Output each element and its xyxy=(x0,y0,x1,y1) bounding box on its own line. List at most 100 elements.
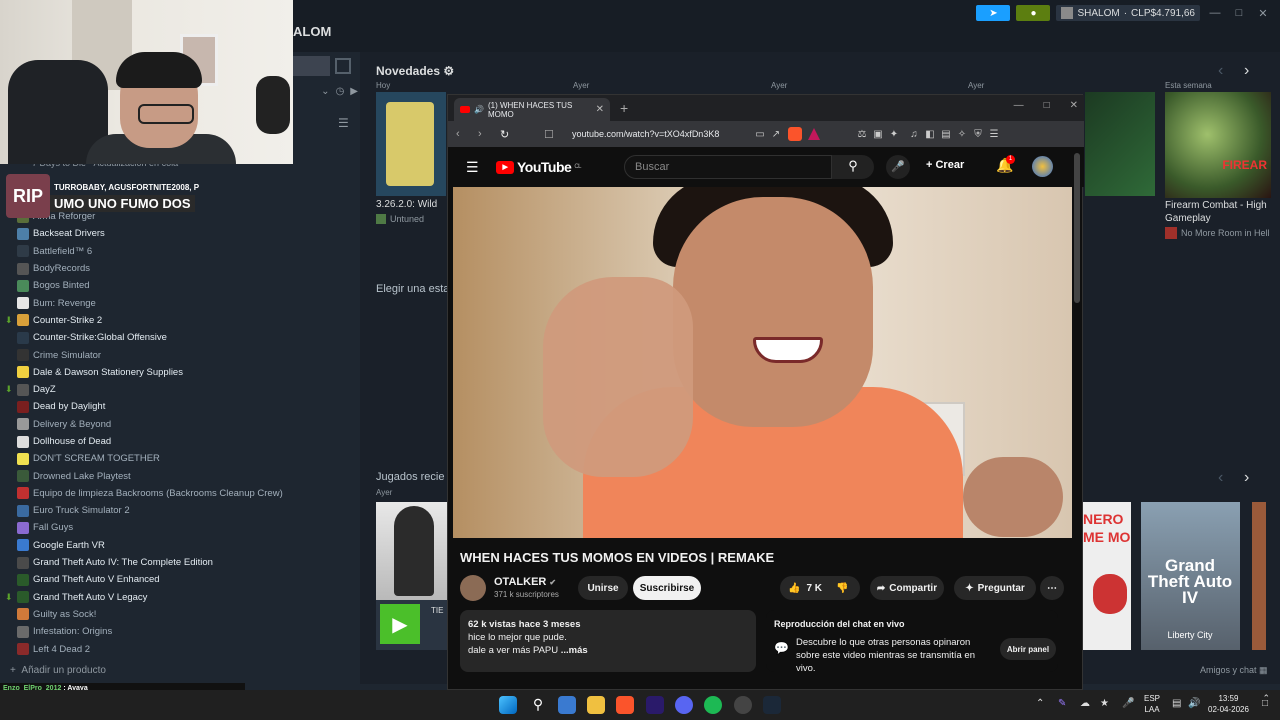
notifications-button[interactable]: ● xyxy=(1016,5,1051,21)
user-avatar[interactable] xyxy=(1032,156,1053,177)
close-icon[interactable]: ✕ xyxy=(1254,7,1272,20)
language-indicator[interactable]: ESP LAA xyxy=(1144,693,1160,715)
menu-icon[interactable]: ☰ xyxy=(986,129,1002,140)
share-button[interactable]: ➦ Compartir xyxy=(870,576,944,600)
clock[interactable]: 13:59 02-04-2026 xyxy=(1208,693,1249,715)
wallet-icon[interactable]: ▤ xyxy=(938,129,954,140)
shelf-picker-label[interactable]: Elegir una esta xyxy=(376,283,449,295)
channel-name[interactable]: OTALKER ✔ xyxy=(494,576,556,588)
library-game-item[interactable]: DON'T SCREAM TOGETHER xyxy=(0,450,293,467)
premiere-icon[interactable] xyxy=(646,696,664,714)
brave-rewards-icon[interactable] xyxy=(808,128,820,140)
ai-icon[interactable]: ✦ xyxy=(886,129,902,140)
chevron-left-icon[interactable]: ‹ xyxy=(1218,469,1223,487)
gear-icon[interactable]: ⚙ xyxy=(443,64,454,78)
extensions-icon[interactable]: ⚖ xyxy=(854,129,870,140)
create-button[interactable]: + Crear xyxy=(926,159,964,171)
file-explorer-icon[interactable] xyxy=(587,696,605,714)
controller-icon[interactable]: ★ xyxy=(1100,698,1109,709)
channel-avatar[interactable] xyxy=(460,575,486,601)
chevron-left-icon[interactable]: ‹ xyxy=(1218,62,1223,80)
browser-tab[interactable]: 🔊 (1) WHEN HACES TUS MOMO ✕ xyxy=(454,98,610,121)
forward-icon[interactable]: › xyxy=(478,128,492,140)
address-bar[interactable]: youtube.com/watch?v=tXO4xfDn3K8 xyxy=(572,129,752,139)
filter-icon[interactable]: ☰ xyxy=(338,116,349,130)
close-icon[interactable]: ✕ xyxy=(1070,100,1078,111)
library-game-item[interactable]: ⬇ Grand Theft Auto V Legacy xyxy=(0,589,293,606)
library-game-item[interactable]: Google Earth VR xyxy=(0,537,293,554)
grid-view-icon[interactable] xyxy=(335,58,351,74)
recent-game-card-gta4[interactable]: Grand Theft Auto IV Liberty City xyxy=(1141,502,1240,650)
obs-icon[interactable] xyxy=(734,696,752,714)
maximize-icon[interactable]: □ xyxy=(1230,7,1248,19)
screenshot-icon[interactable]: ▣ xyxy=(870,129,886,140)
friends-chat-button[interactable]: Amigos y chat ▦ xyxy=(1200,665,1268,676)
news-card-no-more-room[interactable]: FIREAR xyxy=(1165,92,1271,198)
library-game-item[interactable]: ⬇ Counter-Strike 2 xyxy=(0,312,293,329)
vpn-icon[interactable]: ⛨ xyxy=(970,129,986,140)
play-button[interactable]: ▶ xyxy=(380,604,420,644)
library-game-item[interactable]: Counter-Strike:Global Offensive xyxy=(0,329,293,346)
library-game-item[interactable]: Bum: Revenge xyxy=(0,294,293,311)
library-game-item[interactable]: Left 4 Dead 2 xyxy=(0,640,293,657)
back-icon[interactable]: ‹ xyxy=(456,128,470,140)
reload-icon[interactable]: ↻ xyxy=(500,128,514,141)
close-tab-icon[interactable]: ✕ xyxy=(596,104,604,115)
chevron-right-icon[interactable]: › xyxy=(1244,469,1249,487)
search-icon[interactable]: ⚲ xyxy=(529,696,547,714)
bookmark-icon[interactable]: ☐ xyxy=(544,128,558,141)
library-game-item[interactable]: Equipo de limpieza Backrooms (Backrooms … xyxy=(0,485,293,502)
library-game-item[interactable]: Euro Truck Simulator 2 xyxy=(0,502,293,519)
volume-icon[interactable]: 🔊 xyxy=(1188,698,1200,709)
search-icon[interactable]: ⚲ xyxy=(832,155,874,179)
gallery-icon[interactable] xyxy=(558,696,576,714)
library-game-item[interactable]: Crime Simulator xyxy=(0,346,293,363)
account-menu[interactable]: SHALOM · CLP$4.791,66 xyxy=(1056,5,1200,21)
library-game-item[interactable]: Dead by Daylight xyxy=(0,398,293,415)
library-game-item[interactable]: Fall Guys xyxy=(0,519,293,536)
sidebar-icon[interactable]: ◧ xyxy=(922,129,938,140)
microphone-icon[interactable]: 🎤 xyxy=(886,155,910,179)
chevron-right-icon[interactable]: › xyxy=(1244,62,1249,80)
mic-icon[interactable]: 🎤 xyxy=(1122,698,1134,709)
news-card-untuned[interactable] xyxy=(376,92,446,196)
cloud-icon[interactable]: ☁ xyxy=(1080,698,1090,709)
share-icon[interactable]: ↗ xyxy=(768,129,784,140)
add-product-button[interactable]: + Añadir un producto xyxy=(10,665,106,676)
youtube-search-input[interactable]: Buscar xyxy=(624,155,832,179)
minimize-icon[interactable]: — xyxy=(1014,100,1024,111)
youtube-logo[interactable]: ▶ YouTube CL xyxy=(496,159,581,175)
library-game-item[interactable]: Drowned Lake Playtest xyxy=(0,467,293,484)
library-game-item[interactable]: Delivery & Beyond xyxy=(0,416,293,433)
recent-game-card[interactable] xyxy=(376,502,448,600)
dislike-icon[interactable]: 👎 xyxy=(836,583,848,594)
clock-icon[interactable]: ◷ xyxy=(336,86,345,104)
play-filter-icon[interactable]: ▶ xyxy=(350,86,358,104)
ask-button[interactable]: ✦ Preguntar xyxy=(954,576,1036,600)
join-button[interactable]: Unirse xyxy=(578,576,628,600)
library-game-item[interactable]: Backseat Drivers xyxy=(0,225,293,242)
steam-icon[interactable] xyxy=(763,696,781,714)
library-game-item[interactable]: Grand Theft Auto IV: The Complete Editio… xyxy=(0,554,293,571)
network-icon[interactable]: ▤ xyxy=(1172,698,1181,709)
discord-icon[interactable] xyxy=(675,696,693,714)
video-description[interactable]: 62 k vistas hace 3 meses hice lo mejor q… xyxy=(460,610,756,672)
library-game-item[interactable]: Dale & Dawson Stationery Supplies xyxy=(0,364,293,381)
show-more-link[interactable]: ...más xyxy=(561,645,588,656)
like-count[interactable]: 7 K xyxy=(806,583,822,594)
subscribe-button[interactable]: Suscribirse xyxy=(633,576,701,600)
page-scrollbar[interactable] xyxy=(1074,153,1080,303)
library-game-item[interactable]: Grand Theft Auto V Enhanced xyxy=(0,571,293,588)
library-game-item[interactable]: Battlefield™ 6 xyxy=(0,243,293,260)
notification-center-icon[interactable]: □ xyxy=(1262,698,1268,709)
maximize-icon[interactable]: □ xyxy=(1044,100,1050,111)
hamburger-menu-icon[interactable]: ☰ xyxy=(466,159,479,176)
recent-game-card[interactable] xyxy=(1252,502,1266,650)
library-game-item[interactable]: Infestation: Origins xyxy=(0,623,293,640)
chevron-down-icon[interactable]: ⌄ xyxy=(321,86,329,104)
minimize-icon[interactable]: — xyxy=(1206,7,1224,19)
brave-shields-icon[interactable] xyxy=(788,127,802,141)
start-icon[interactable] xyxy=(499,696,517,714)
library-game-item[interactable]: Guilty as Sock! xyxy=(0,606,293,623)
music-icon[interactable]: ♫ xyxy=(906,129,922,140)
